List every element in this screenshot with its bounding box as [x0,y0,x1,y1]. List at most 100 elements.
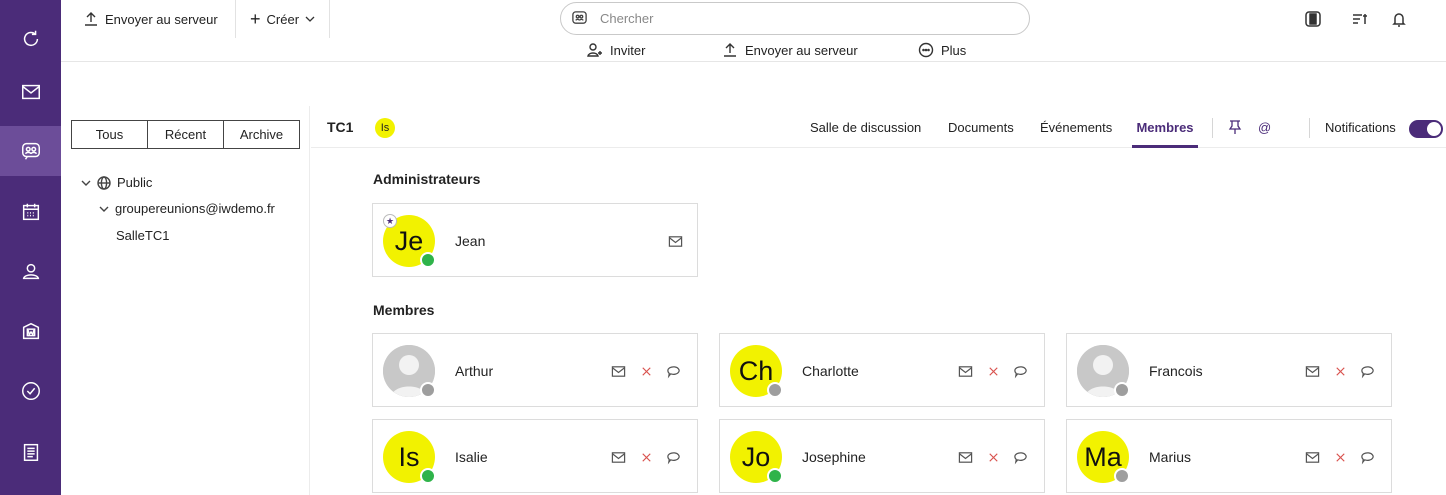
mail-member-button[interactable] [610,363,626,379]
remove-member-button[interactable] [1332,449,1348,465]
mail-member-button[interactable] [957,363,973,379]
notifications-toggle[interactable] [1409,120,1443,138]
search-box[interactable]: Chercher [560,2,1030,35]
chevron-down-icon [99,206,109,212]
mail-icon [611,365,625,377]
offline-status-dot [767,382,783,398]
subbar-upload-button[interactable]: Envoyer au serveur [722,38,858,62]
mail-member-button[interactable] [1304,449,1320,465]
pin-button[interactable] [1228,106,1242,148]
member-name: Josephine [802,449,866,465]
contact-icon [22,263,39,280]
close-icon [1335,452,1345,462]
admins-title: Administrateurs [373,171,481,187]
upload-icon [724,43,736,57]
member-name: Isalie [455,449,488,465]
mention-button[interactable]: @ [1258,106,1271,148]
online-status-dot [767,468,783,484]
member-card[interactable]: Ch Charlotte [719,333,1045,407]
action-subbar: Inviter Envoyer au serveur Plus [61,38,1446,62]
member-card[interactable]: Je ★ Jean [372,203,698,277]
remove-member-button[interactable] [638,363,654,379]
mail-member-button[interactable] [1304,363,1320,379]
member-name: Jean [455,233,486,249]
close-icon [988,452,998,462]
search-input[interactable]: Chercher [600,11,653,26]
chat-member-button[interactable] [1359,363,1375,379]
plus-icon: + [250,9,261,29]
offline-status-dot [1114,382,1130,398]
remove-member-button[interactable] [985,449,1001,465]
remove-member-button[interactable] [985,363,1001,379]
chat-member-button[interactable] [665,363,681,379]
chat-member-button[interactable] [1359,449,1375,465]
members-title: Membres [373,302,435,318]
panel-toggle-button[interactable] [1299,0,1327,38]
filter-all[interactable]: Tous [72,121,148,148]
mail-icon [1305,365,1319,377]
upload-button[interactable]: Envoyer au serveur [83,0,218,38]
tab-documents[interactable]: Documents [948,106,1014,148]
rail-chat[interactable] [0,126,61,176]
chat-member-button[interactable] [1012,363,1028,379]
reading-pane-icon [1305,11,1321,27]
member-card[interactable]: Jo Josephine [719,419,1045,493]
offline-status-dot [420,382,436,398]
rail-contacts[interactable] [0,246,61,296]
more-button[interactable]: Plus [918,38,966,62]
pin-icon [1228,120,1242,134]
mail-member-button[interactable] [667,233,683,249]
mail-icon [1305,451,1319,463]
chat-member-button[interactable] [665,449,681,465]
tree-public-label: Public [117,175,153,190]
filter-archive[interactable]: Archive [224,121,299,148]
upload-icon [85,12,97,26]
rooms-panel: Tous Récent Archive Public groupereunion… [61,106,310,495]
bell-icon [1392,13,1406,27]
globe-icon [97,175,111,190]
member-card[interactable]: Francois [1066,333,1392,407]
close-icon [641,366,651,376]
mail-icon [611,451,625,463]
chat-member-button[interactable] [1012,449,1028,465]
tree-room[interactable]: SalleTC1 [116,228,169,243]
tab-events[interactable]: Événements [1040,106,1112,148]
tab-chat[interactable]: Salle de discussion [810,106,921,148]
admin-star-icon: ★ [383,214,397,228]
check-circle-icon [21,382,40,400]
member-card[interactable]: Arthur [372,333,698,407]
filter-recent[interactable]: Récent [148,121,224,148]
rail-tasks[interactable] [0,366,61,416]
member-card[interactable]: Ma Marius [1066,419,1392,493]
notifications-bell-button[interactable] [1385,0,1413,38]
sort-button[interactable] [1346,0,1374,38]
rail-notes[interactable] [0,427,61,477]
close-icon [641,452,651,462]
toolbar-divider [235,0,236,38]
subbar-upload-label: Envoyer au serveur [745,42,858,58]
mail-member-button[interactable] [957,449,973,465]
upload-label: Envoyer au serveur [105,11,218,27]
close-icon [988,366,998,376]
app-rail [0,0,61,495]
tab-divider [1212,118,1213,138]
chevron-down-icon [305,16,315,22]
invite-button[interactable]: Inviter [587,38,645,62]
tree-group[interactable]: groupereunions@iwdemo.fr [99,201,275,216]
toolbar-divider [329,0,330,38]
member-name: Marius [1149,449,1192,465]
remove-member-button[interactable] [1332,363,1348,379]
tab-members[interactable]: Membres [1132,106,1198,148]
mail-icon [21,84,40,100]
tree-public[interactable]: Public [81,175,152,190]
tree-room-label: SalleTC1 [116,228,170,243]
create-button[interactable]: + Créer [250,0,315,38]
rail-documents[interactable] [0,306,61,356]
mail-member-button[interactable] [610,449,626,465]
rail-mail[interactable] [0,67,61,117]
rail-calendar[interactable] [0,187,61,237]
rail-refresh[interactable] [0,14,61,64]
remove-member-button[interactable] [638,449,654,465]
member-card[interactable]: Is Isalie [372,419,698,493]
tab-members-label: Membres [1136,119,1194,135]
